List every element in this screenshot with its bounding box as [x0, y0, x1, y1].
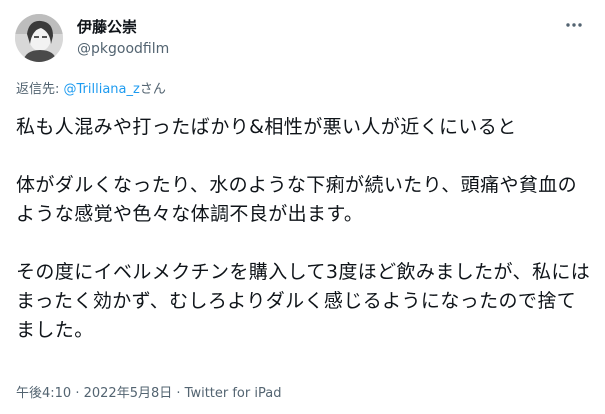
reply-prefix: 返信先: — [16, 82, 64, 97]
display-name[interactable]: 伊藤公崇 — [77, 17, 137, 37]
tweet-paragraph: 体がダルくなったり、水のような下痢が続いたり、頭痛や貧血のような感覚や色々な体調… — [16, 174, 578, 225]
tweet-paragraph: その度にイベルメクチンを購入して3度ほど飲みましたが、私にはまったく効かず、むし… — [16, 261, 591, 341]
reply-suffix: さん — [139, 82, 166, 97]
meta-separator: · — [172, 386, 185, 401]
meta-separator: · — [71, 386, 84, 401]
more-options-button[interactable] — [562, 13, 586, 37]
tweet-date[interactable]: 2022年5月8日 — [84, 386, 173, 401]
tweet-paragraph: 私も人混みや打ったばかり&相性が悪い人が近くにいると — [16, 116, 517, 138]
reply-mention-link[interactable]: @Trilliana_z — [64, 82, 140, 97]
handle[interactable]: @pkgoodfilm — [77, 40, 169, 58]
avatar[interactable] — [15, 14, 63, 62]
tweet-text: 私も人混みや打ったばかり&相性が悪い人が近くにいると 体がダルくなったり、水のよ… — [16, 113, 591, 345]
tweet-card: 伊藤公崇 @pkgoodfilm 返信先: @Trilliana_zさん 私も人… — [0, 0, 605, 414]
more-horizontal-icon — [566, 23, 582, 27]
tweet-time[interactable]: 午後4:10 — [16, 386, 71, 401]
reply-context: 返信先: @Trilliana_zさん — [16, 81, 166, 99]
tweet-source[interactable]: Twitter for iPad — [185, 386, 282, 401]
tweet-meta: 午後4:10 · 2022年5月8日 · Twitter for iPad — [16, 385, 281, 403]
avatar-image — [15, 14, 63, 62]
